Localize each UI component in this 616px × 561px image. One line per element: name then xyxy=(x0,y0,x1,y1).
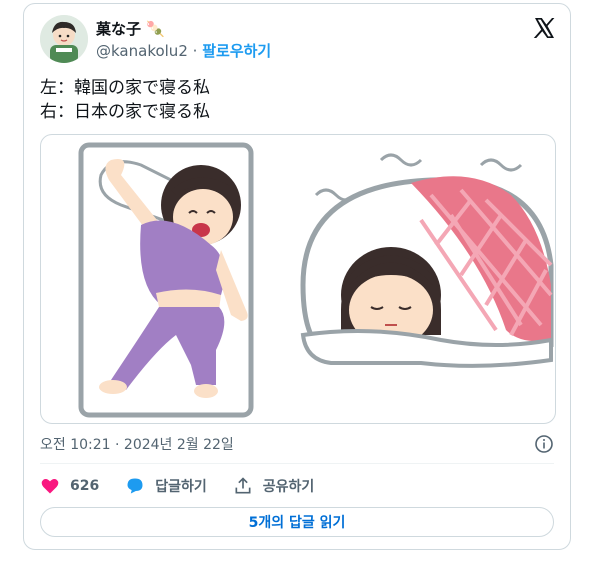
tweet-card: 菓な子 🍡 @kanakolu2 · 팔로우하기 左：韓国の家で寝る私 右：日本… xyxy=(23,3,571,550)
tweet-image[interactable] xyxy=(40,134,556,424)
share-button[interactable]: 공유하기 xyxy=(233,476,315,496)
illustration-right xyxy=(300,153,554,368)
author-handle[interactable]: @kanakolu2 xyxy=(96,42,188,60)
like-count: 626 xyxy=(70,478,100,494)
tweet-text: 左：韓国の家で寝る私 右：日本の家で寝る私 xyxy=(40,76,210,124)
heart-icon xyxy=(41,479,59,494)
follow-button[interactable]: 팔로우하기 xyxy=(202,42,271,60)
reply-bubble-icon xyxy=(127,478,143,494)
info-icon[interactable] xyxy=(534,434,554,454)
read-replies-button[interactable]: 5개의 답글 읽기 xyxy=(40,507,554,537)
divider xyxy=(40,463,554,464)
like-button[interactable]: 626 xyxy=(40,476,99,496)
tweet-text-line-2: 右：日本の家で寝る私 xyxy=(40,102,210,122)
author-display-name[interactable]: 菓な子 🍡 xyxy=(96,18,165,39)
tweet-text-line-1: 左：韓国の家で寝る私 xyxy=(40,78,210,98)
reply-button[interactable]: 답글하기 xyxy=(125,476,207,496)
x-logo-icon[interactable] xyxy=(532,16,556,40)
illustration-left xyxy=(78,142,254,418)
action-bar: 626 답글하기 공유하기 xyxy=(40,474,340,498)
share-label: 공유하기 xyxy=(262,479,315,495)
avatar[interactable] xyxy=(40,15,88,63)
tweet-timestamp[interactable]: 오전 10:21 · 2024년 2월 22일 xyxy=(40,434,234,454)
author-handle-row: @kanakolu2 · 팔로우하기 xyxy=(96,40,271,61)
reply-label: 답글하기 xyxy=(155,479,207,495)
share-icon xyxy=(235,477,251,494)
handle-separator: · xyxy=(192,42,198,60)
